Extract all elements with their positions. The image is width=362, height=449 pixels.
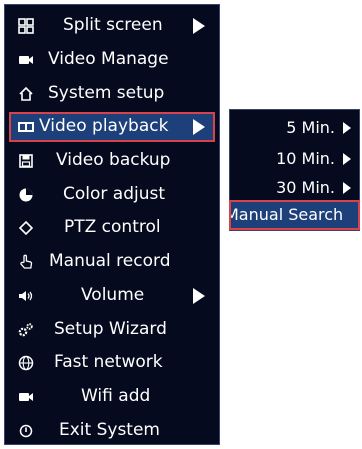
submenu-item-5-min[interactable]: 5 Min. [230,115,359,141]
menu-item-label: Wifi add [81,386,151,406]
menu-item-fast-network[interactable]: Fast network [9,348,215,378]
submenu-arrow-icon [193,18,205,34]
home-icon [17,85,35,103]
menu-item-label: Fast network [54,352,163,372]
submenu-arrow-icon [343,182,351,194]
menu-item-setup-wizard[interactable]: Setup Wizard [9,315,215,345]
submenu-item-label: Manual Search [229,205,344,224]
floppy-disk-icon [17,152,35,170]
menu-item-exit-system[interactable]: Exit System [9,416,215,446]
menu-item-ptz-control[interactable]: PTZ control [9,213,215,243]
menu-item-label: Exit System [59,420,160,440]
menu-item-volume[interactable]: Volume [9,281,215,311]
menu-item-video-playback[interactable]: Video playback [9,112,215,142]
menu-item-label: Color adjust [63,184,166,204]
submenu-item-30-min[interactable]: 30 Min. [230,175,359,201]
menu-item-label: Volume [81,285,145,305]
power-icon [17,422,35,440]
submenu-arrow-icon [193,288,205,304]
submenu-item-manual-search[interactable]: Manual Search [229,200,360,230]
menu-item-manual-record[interactable]: Manual record [9,247,215,277]
camera-icon [17,51,35,69]
menu-item-video-manage[interactable]: Video Manage [9,45,215,75]
submenu-item-10-min[interactable]: 10 Min. [230,146,359,172]
menu-item-label: Setup Wizard [54,319,167,339]
film-icon [17,118,35,136]
submenu-arrow-icon [343,153,351,165]
camera-icon [17,388,35,406]
menu-item-split-screen[interactable]: Split screen [9,11,215,41]
menu-item-label: PTZ control [64,217,161,237]
submenu-item-label: 10 Min. [276,149,335,168]
ptz-icon [17,219,35,237]
menu-item-wifi-add[interactable]: Wifi add [9,382,215,412]
menu-item-label: Split screen [63,15,163,35]
menu-item-video-backup[interactable]: Video backup [9,146,215,176]
submenu-item-label: 30 Min. [276,178,335,197]
palette-icon [17,186,35,204]
hand-pointer-icon [17,253,35,271]
globe-icon [17,354,35,372]
menu-item-system-setup[interactable]: System setup [9,79,215,109]
menu-item-label: Manual record [49,251,171,271]
grid-icon [17,17,35,35]
main-menu: Split screen Video Manage System setup V… [4,4,220,445]
menu-item-label: Video backup [56,150,171,170]
submenu-arrow-icon [343,122,351,134]
menu-item-label: Video Manage [48,49,169,69]
submenu-arrow-icon [193,119,205,135]
menu-item-label: System setup [48,83,165,103]
menu-item-color-adjust[interactable]: Color adjust [9,180,215,210]
gears-icon [17,321,35,339]
video-playback-submenu: 5 Min. 10 Min. 30 Min. Manual Search [229,109,360,231]
menu-item-label: Video playback [39,116,169,136]
submenu-item-label: 5 Min. [286,118,335,137]
speaker-icon [17,287,35,305]
